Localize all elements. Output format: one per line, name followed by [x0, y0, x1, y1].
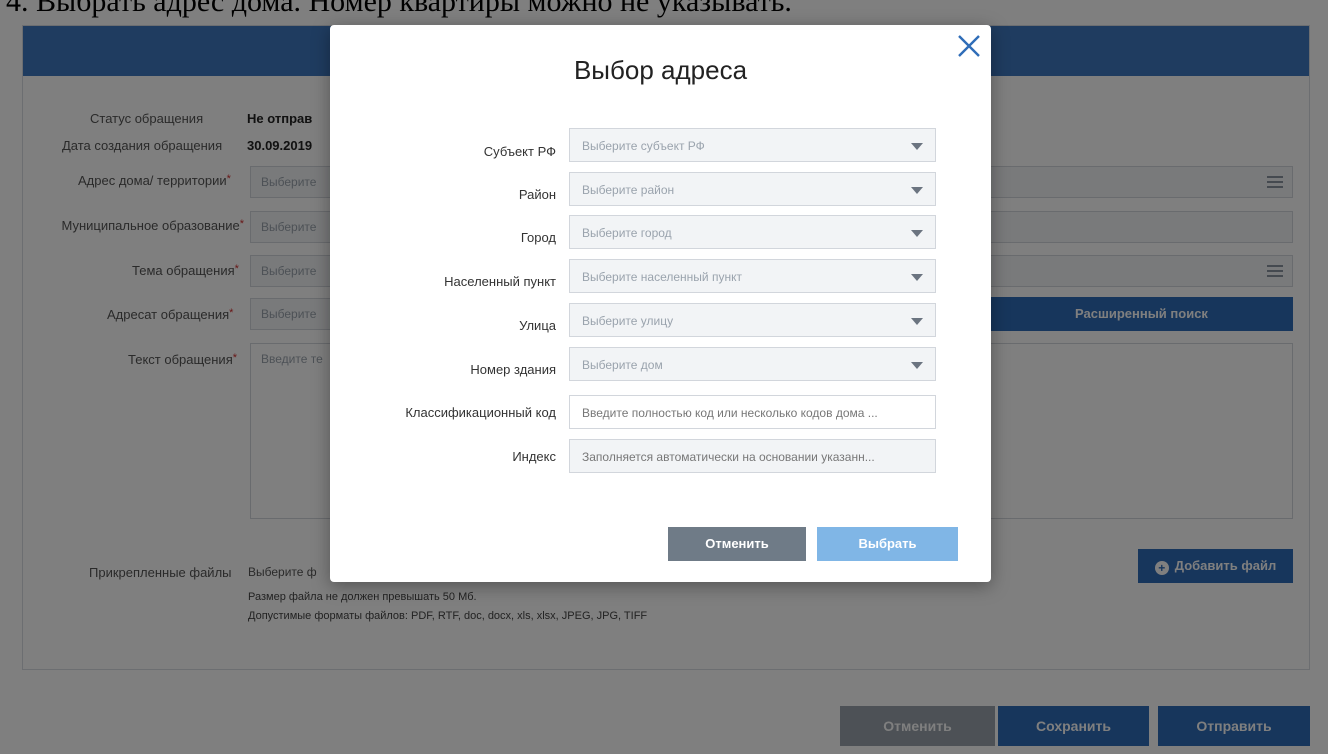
- chevron-down-icon: [911, 187, 923, 194]
- building-label: Номер здания: [470, 362, 556, 377]
- chevron-down-icon: [911, 318, 923, 325]
- chevron-down-icon: [911, 230, 923, 237]
- city-select[interactable]: Выберите город: [569, 215, 936, 249]
- chevron-down-icon: [911, 274, 923, 281]
- subject-label: Субъект РФ: [483, 144, 556, 159]
- address-select-modal: Выбор адреса Субъект РФ Выберите субъект…: [330, 25, 991, 582]
- chevron-down-icon: [911, 362, 923, 369]
- street-select[interactable]: Выберите улицу: [569, 303, 936, 337]
- district-label: Район: [518, 187, 556, 202]
- building-select[interactable]: Выберите дом: [569, 347, 936, 381]
- modal-cancel-button[interactable]: Отменить: [668, 527, 806, 561]
- classification-code-input[interactable]: Введите полностью код или несколько кодо…: [569, 395, 936, 429]
- postal-index-input: Заполняется автоматически на основании у…: [569, 439, 936, 473]
- chevron-down-icon: [911, 143, 923, 150]
- street-label: Улица: [519, 318, 556, 333]
- settlement-label: Населенный пункт: [444, 274, 556, 289]
- close-icon[interactable]: [956, 33, 982, 59]
- postal-index-label: Индекс: [512, 449, 556, 464]
- settlement-select[interactable]: Выберите населенный пункт: [569, 259, 936, 293]
- subject-select[interactable]: Выберите субъект РФ: [569, 128, 936, 162]
- classification-code-label: Классификационный код: [405, 405, 556, 420]
- modal-select-button[interactable]: Выбрать: [817, 527, 958, 561]
- modal-title: Выбор адреса: [573, 55, 748, 85]
- district-select[interactable]: Выберите район: [569, 172, 936, 206]
- city-label: Город: [520, 230, 556, 245]
